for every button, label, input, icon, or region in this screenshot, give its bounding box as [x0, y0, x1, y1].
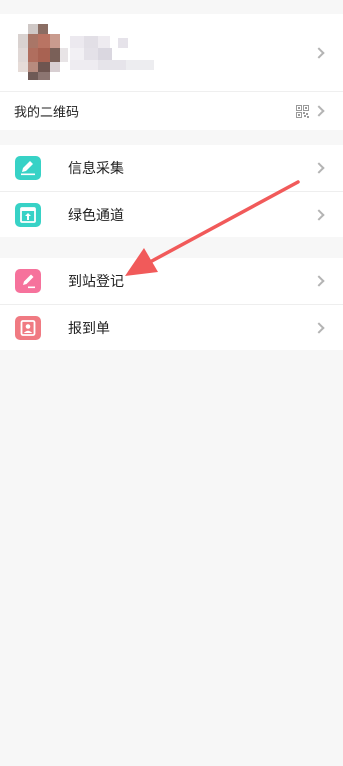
profile-card[interactable]: [0, 14, 343, 92]
menu-item-report-form[interactable]: 报到单: [0, 304, 343, 350]
menu-item-label: 报到单: [68, 320, 110, 337]
menu-item-green-channel[interactable]: 绿色通道: [0, 191, 343, 237]
menu-item-label: 到站登记: [68, 274, 124, 290]
menu-item-label: 信息采集: [68, 161, 124, 177]
chevron-right-icon: [313, 105, 325, 117]
chevron-right-icon: [313, 162, 325, 174]
edit-icon: [15, 156, 41, 180]
avatar: [18, 24, 68, 80]
menu-item-info-collection[interactable]: 信息采集: [0, 145, 343, 191]
qr-code-label: 我的二维码: [14, 105, 80, 121]
chevron-right-icon: [313, 208, 325, 221]
chevron-right-icon: [313, 321, 325, 334]
upload-window-icon: [15, 203, 41, 227]
menu-group-registration: 到站登记 报到单: [0, 258, 343, 350]
my-qr-code-row[interactable]: 我的二维码: [0, 92, 343, 130]
person-card-icon: [15, 316, 41, 340]
qr-code-icon: [296, 105, 309, 118]
chevron-right-icon: [313, 46, 325, 59]
menu-item-arrival-registration[interactable]: 到站登记: [0, 258, 343, 304]
username-blurred: [70, 36, 154, 72]
menu-item-label: 绿色通道: [68, 207, 124, 224]
menu-group-info: 信息采集 绿色通道: [0, 145, 343, 237]
pencil-icon: [15, 269, 41, 293]
chevron-right-icon: [313, 275, 325, 287]
